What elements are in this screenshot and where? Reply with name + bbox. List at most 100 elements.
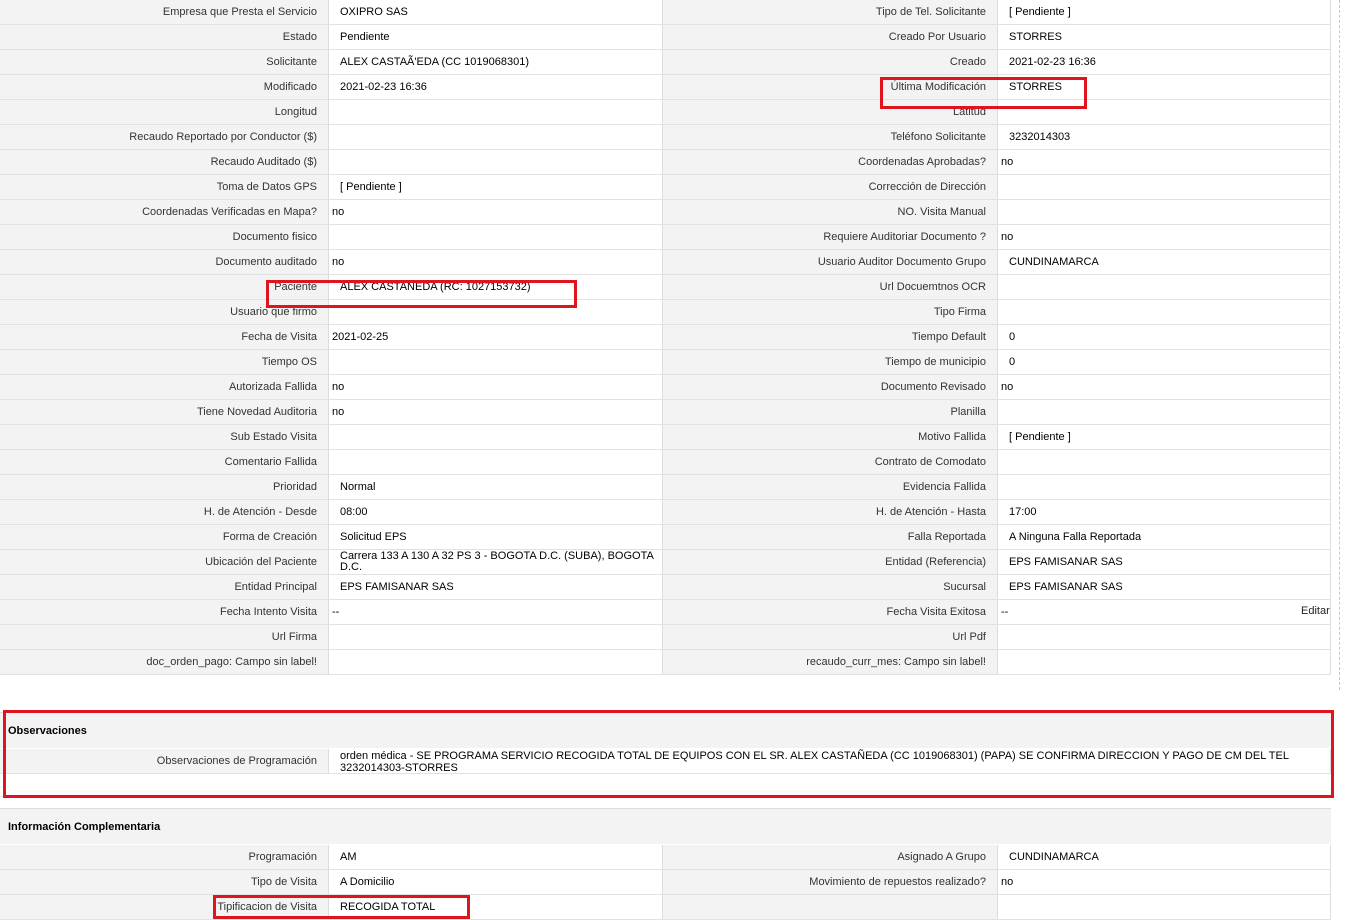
info-complementaria-header: Información Complementaria [0,808,1331,844]
value-entidad-referencia: EPS FAMISANAR SAS [998,550,1331,575]
label-evidencia-fallida: Evidencia Fallida [663,475,998,500]
value-recaudo-reportado-por-conductor [329,125,663,150]
label-movimiento-de-repuestos-realizado: Movimiento de repuestos realizado? [663,870,998,895]
value-fecha-visita-exitosa: -- [998,600,1331,625]
table-row: Recaudo Reportado por Conductor ($) Teléf… [0,125,1331,150]
label-latitud: Latitud [663,100,998,125]
label-creado-por-usuario: Creado Por Usuario [663,25,998,50]
table-row: Documento auditado no Usuario Auditor Docu… [0,250,1331,275]
value-modificado: 2021-02-23 16:36 [329,75,663,100]
value-empty [998,895,1331,920]
table-row: Empresa que Presta el Servicio OXIPRO SAS… [0,0,1331,25]
label-ubicacio-n-del-paciente: Ubicación del Paciente [0,550,329,575]
value-latitud [998,100,1331,125]
table-row: Tiempo OS Tiempo de municipio 0 [0,350,1331,375]
label-url-pdf: Url Pdf [663,625,998,650]
table-row: Paciente ALEX CASTAÑEDA (RC: 1027153732) U… [0,275,1331,300]
value-contrato-de-comodato [998,450,1331,475]
value-motivo-fallida: [ Pendiente ] [998,425,1331,450]
table-row: Url Firma Url Pdf [0,625,1331,650]
value-u-ltima-modificacio-n: STORRES [998,75,1331,100]
label-recaudo-curr-mes-campo-sin-label: recaudo_curr_mes: Campo sin label! [663,650,998,675]
value-solicitante: ALEX CASTAÃ'EDA (CC 1019068301) [329,50,663,75]
value-estado: Pendiente [329,25,663,50]
value-empresa-que-presta-el-servicio: OXIPRO SAS [329,0,663,25]
table-row: Fecha de Visita 2021-02-25 Tiempo Default 0 [0,325,1331,350]
table-row: Tipificacion de Visita RECOGIDA TOTAL [0,895,1331,920]
table-row: Tipo de Visita A Domicilio Movimiento de r… [0,870,1331,895]
label-comentario-fallida: Comentario Fallida [0,450,329,475]
value-prioridad: Normal [329,475,663,500]
value-sucursal: EPS FAMISANAR SAS [998,575,1331,600]
table-row: Toma de Datos GPS[ Pendiente ] Corrección… [0,175,1331,200]
value-comentario-fallida [329,450,663,475]
label-tiene-novedad-auditoria: Tiene Novedad Auditoria [0,400,329,425]
label-coordenadas-aprobadas: Coordenadas Aprobadas? [663,150,998,175]
scroll-guide [1339,0,1340,690]
label-creado: Creado [663,50,998,75]
value-usuario-auditor-documento-grupo: CUNDINAMARCA [998,250,1331,275]
label-forma-de-creacio-n: Forma de Creación [0,525,329,550]
label-asignado-a-grupo: Asignado A Grupo [663,845,998,870]
value-creado-por-usuario: STORRES [998,25,1331,50]
label-longitud: Longitud [0,100,329,125]
value-evidencia-fallida [998,475,1331,500]
table-row: Comentario Fallida Contrato de Comodato [0,450,1331,475]
label-fecha-intento-visita: Fecha Intento Visita [0,600,329,625]
label-tiempo-os: Tiempo OS [0,350,329,375]
label-modificado: Modificado [0,75,329,100]
value-correccio-n-de-direccio-n [998,175,1331,200]
value-longitud [329,100,663,125]
table-row: Ubicación del Paciente Carrera 133 A 130 … [0,550,1331,575]
observaciones-empty-row [0,774,1331,797]
value-tipo-firma [998,300,1331,325]
label-tiempo-default: Tiempo Default [663,325,998,350]
value-ubicacio-n-del-paciente: Carrera 133 A 130 A 32 PS 3 - BOGOTA D.C… [329,550,663,575]
value-paciente: ALEX CASTAÑEDA (RC: 1027153732) [329,275,663,300]
value-doc-orden-pago-campo-sin-label [329,650,663,675]
table-row: Usuario que firmo Tipo Firma [0,300,1331,325]
label-fecha-de-visita: Fecha de Visita [0,325,329,350]
label-doc-orden-pago-campo-sin-label: doc_orden_pago: Campo sin label! [0,650,329,675]
label-no-visita-manual: NO. Visita Manual [663,200,998,225]
edit-link[interactable]: Editar [1301,605,1330,617]
observaciones-label: Observaciones de Programación [0,749,329,774]
value-forma-de-creacio-n: Solicitud EPS [329,525,663,550]
table-row: doc_orden_pago: Campo sin label! recaudo_… [0,650,1331,675]
table-row: Longitud Latitud [0,100,1331,125]
value-entidad-principal: EPS FAMISANAR SAS [329,575,663,600]
value-no-visita-manual [998,200,1331,225]
label-motivo-fallida: Motivo Fallida [663,425,998,450]
table-row: Autorizada Fallida no Documento Revisado no [0,375,1331,400]
value-toma-de-datos-gps: [ Pendiente ] [329,175,663,200]
value-fecha-intento-visita: -- [329,600,663,625]
label-falla-reportada: Falla Reportada [663,525,998,550]
value-requiere-auditoriar-documento: no [998,225,1331,250]
label-usuario-que-firmo: Usuario que firmo [0,300,329,325]
value-recaudo-curr-mes-campo-sin-label [998,650,1331,675]
label-paciente: Paciente [0,275,329,300]
label-entidad-referencia: Entidad (Referencia) [663,550,998,575]
value-coordenadas-aprobadas: no [998,150,1331,175]
table-row: Recaudo Auditado ($) Coordenadas Aprobada… [0,150,1331,175]
table-row: Entidad Principal EPS FAMISANAR SAS Sucurs… [0,575,1331,600]
label-documento-fisico: Documento fisico [0,225,329,250]
value-asignado-a-grupo: CUNDINAMARCA [998,845,1331,870]
label-recaudo-auditado: Recaudo Auditado ($) [0,150,329,175]
label-tiempo-de-municipio: Tiempo de municipio [663,350,998,375]
value-tiempo-default: 0 [998,325,1331,350]
label-h-de-atencio-n-hasta: H. de Atención - Hasta [663,500,998,525]
value-autorizada-fallida: no [329,375,663,400]
table-row: Tiene Novedad Auditoria no Planilla [0,400,1331,425]
table-row: Fecha Intento Visita -- Fecha Visita Exito… [0,600,1331,625]
table-row: Documento fisico Requiere Auditoriar Docu… [0,225,1331,250]
value-tipificacion-de-visita: RECOGIDA TOTAL [329,895,663,920]
label-u-ltima-modificacio-n: Última Modificación [663,75,998,100]
value-documento-revisado: no [998,375,1331,400]
value-creado: 2021-02-23 16:36 [998,50,1331,75]
label-empty [663,895,998,920]
label-estado: Estado [0,25,329,50]
value-documento-fisico [329,225,663,250]
info-complementaria-table: Programación AM Asignado A Grupo CUNDINAMAR… [0,845,1331,920]
table-row: Estado Pendiente Creado Por Usuario STORRES [0,25,1331,50]
